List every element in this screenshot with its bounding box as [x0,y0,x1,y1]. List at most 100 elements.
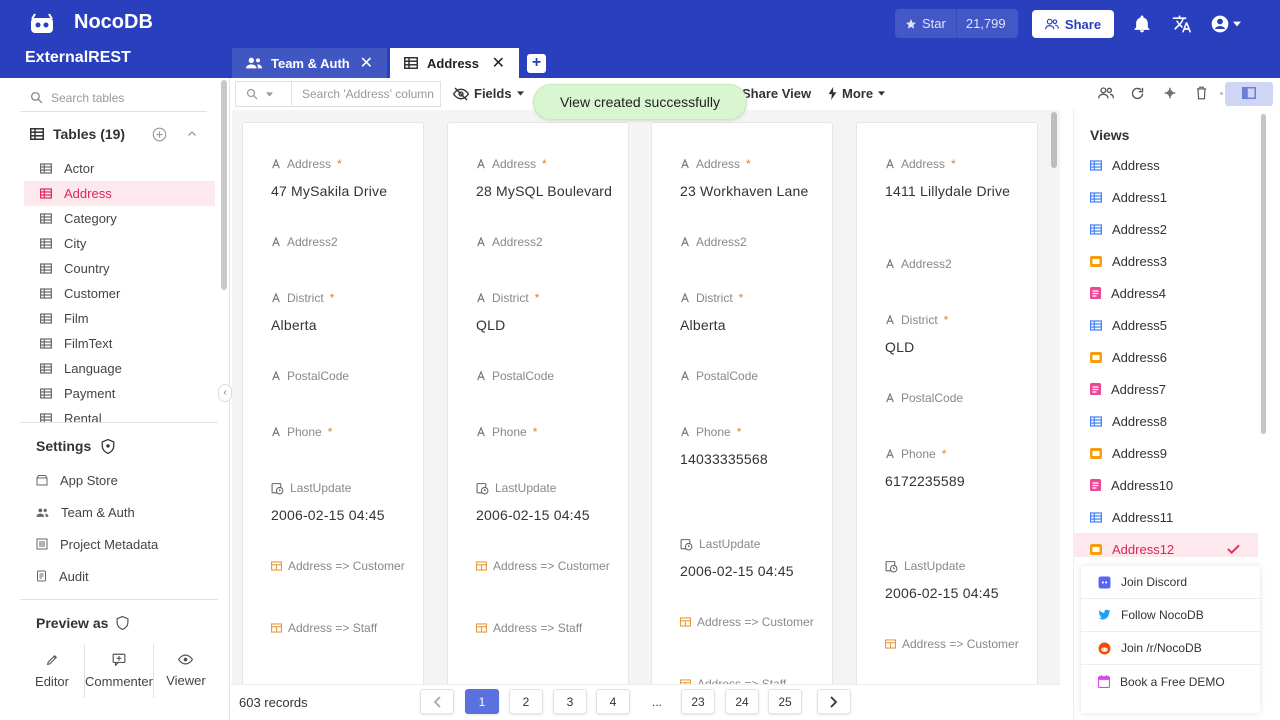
community-link[interactable]: Join Discord [1081,566,1260,599]
settings-item[interactable]: Audit [36,560,216,592]
toggle-views-panel-button[interactable] [1225,82,1273,106]
sidebar-table-item[interactable]: Address [24,181,215,206]
page-button[interactable]: 24 [725,689,759,714]
field-value[interactable]: QLD [885,336,1027,358]
preview-role-commenter[interactable]: Commenter [85,644,154,698]
page-button[interactable]: 1 [465,689,499,714]
reload-icon[interactable] [1130,86,1145,101]
view-item[interactable]: Address8 [1074,405,1258,437]
view-item[interactable]: Address7 [1074,373,1258,405]
sidebar-table-item[interactable]: Country [24,256,215,281]
search-field-select[interactable] [236,82,292,106]
preview-role-editor[interactable]: Editor [20,644,86,698]
share-button[interactable]: Share [1032,10,1114,38]
page-button[interactable]: 25 [768,689,802,714]
sidebar-table-item[interactable]: FilmText [24,331,215,356]
field-value[interactable]: 14033335568 [680,448,822,470]
field-value[interactable]: 2006-02-15 04:45 [885,582,1027,604]
required-mark: * [329,291,335,305]
field-value[interactable]: QLD [476,314,618,336]
settings-item[interactable]: App Store [36,464,216,496]
collapse-sidebar-handle[interactable]: ‹ [218,384,232,402]
sidebar-scrollbar[interactable] [221,80,227,290]
translate-icon[interactable] [1172,14,1192,34]
tab-close-icon[interactable]: ✕ [360,53,373,73]
community-link[interactable]: Book a Free DEMO [1081,665,1260,698]
view-item[interactable]: Address10 [1074,469,1258,501]
field-label: PostalCode [885,391,1027,405]
gallery-card[interactable]: Address * 1411 Lillydale Drive Address2 Dist… [856,122,1038,684]
view-item[interactable]: Address1 [1074,181,1258,213]
add-table-icon[interactable] [152,127,167,142]
tables-section-header[interactable]: Tables (19) [30,126,200,142]
collaborators-icon[interactable] [1098,86,1114,100]
field-value[interactable]: Alberta [271,314,413,336]
search-tables-input[interactable]: Search tables [20,84,207,112]
field-value[interactable]: 47 MySakila Drive [271,180,413,202]
gallery-card[interactable]: Address * 28 MySQL Boulevard Address2 Distri… [447,122,629,684]
field-label-text: Address => Staff [493,621,583,635]
sidebar-table-item[interactable]: Film [24,306,215,331]
view-item[interactable]: Address11 [1074,501,1258,533]
settings-item[interactable]: Team & Auth [36,496,216,528]
view-item[interactable]: Address6 [1074,341,1258,373]
field-value[interactable]: Alberta [680,314,822,336]
gallery-card[interactable]: Address * 23 Workhaven Lane Address2 Distric… [651,122,833,684]
field-value[interactable]: 1411 Lillydale Drive [885,180,1027,202]
view-item[interactable]: Address9 [1074,437,1258,469]
nocodb-logo-icon[interactable] [28,11,56,35]
delete-icon[interactable] [1195,86,1208,100]
gallery-scrollbar[interactable] [1051,112,1057,168]
view-item[interactable]: Address4 [1074,277,1258,309]
notification-bell-icon[interactable] [1132,14,1152,34]
sidebar-table-item[interactable]: City [24,231,215,256]
view-item[interactable]: Address2 [1074,213,1258,245]
github-star-button[interactable]: Star 21,799 [895,9,1018,38]
project-name[interactable]: ExternalREST [25,49,131,67]
add-tab-button[interactable]: + [527,54,546,73]
sidebar-table-item[interactable]: Actor [24,156,215,181]
field-value[interactable]: 28 MySQL Boulevard [476,180,618,202]
grid-view-icon [1090,319,1102,331]
field-value[interactable]: 2006-02-15 04:45 [271,504,413,526]
add-row-icon[interactable] [1163,86,1177,100]
column-search-input[interactable]: Search 'Address' column [235,81,441,107]
view-item[interactable]: Address [1074,149,1258,181]
team-icon [246,57,262,69]
page-button[interactable]: 4 [596,689,630,714]
community-link[interactable]: Follow NocoDB [1081,599,1260,632]
more-menu-button[interactable]: More [828,86,886,101]
next-page-button[interactable] [817,689,851,714]
chevron-up-icon[interactable] [186,128,198,140]
sidebar-table-item[interactable]: Customer [24,281,215,306]
pagination-footer: 603 records 1 2 3 4... 23 24 25 [230,684,1060,720]
field-value[interactable]: 2006-02-15 04:45 [680,560,822,582]
field-value[interactable]: 23 Workhaven Lane [680,180,822,202]
tab-team-auth[interactable]: Team & Auth ✕ [232,48,387,78]
sidebar-table-item[interactable]: Rental [24,406,215,422]
settings-item[interactable]: Project Metadata [36,528,216,560]
view-item[interactable]: Address12 [1074,533,1258,557]
sidebar-table-item[interactable]: Payment [24,381,215,406]
sidebar-table-item[interactable]: Category [24,206,215,231]
page-button[interactable]: 23 [681,689,715,714]
view-item[interactable]: Address5 [1074,309,1258,341]
share-view-button[interactable]: Share View [742,86,811,101]
page-button[interactable]: 2 [509,689,543,714]
view-item[interactable]: Address3 [1074,245,1258,277]
preview-role-viewer[interactable]: Viewer [154,644,218,698]
tab-close-icon[interactable]: ✕ [492,53,505,73]
gallery-card[interactable]: Address * 47 MySakila Drive Address2 Distric… [242,122,424,684]
page-button[interactable]: 3 [553,689,587,714]
community-link[interactable]: Join /r/NocoDB [1081,632,1260,665]
account-menu[interactable] [1210,14,1241,34]
sidebar-table-item[interactable]: Language [24,356,215,381]
field-value[interactable]: 2006-02-15 04:45 [476,504,618,526]
required-mark: * [542,157,547,171]
gallery-view-icon [1090,255,1102,267]
prev-page-button[interactable] [420,689,454,714]
field-value[interactable]: 6172235589 [885,470,1027,492]
tab-address[interactable]: Address ✕ [390,48,519,78]
views-scrollbar[interactable] [1261,114,1266,434]
fields-button[interactable]: Fields [453,86,524,101]
